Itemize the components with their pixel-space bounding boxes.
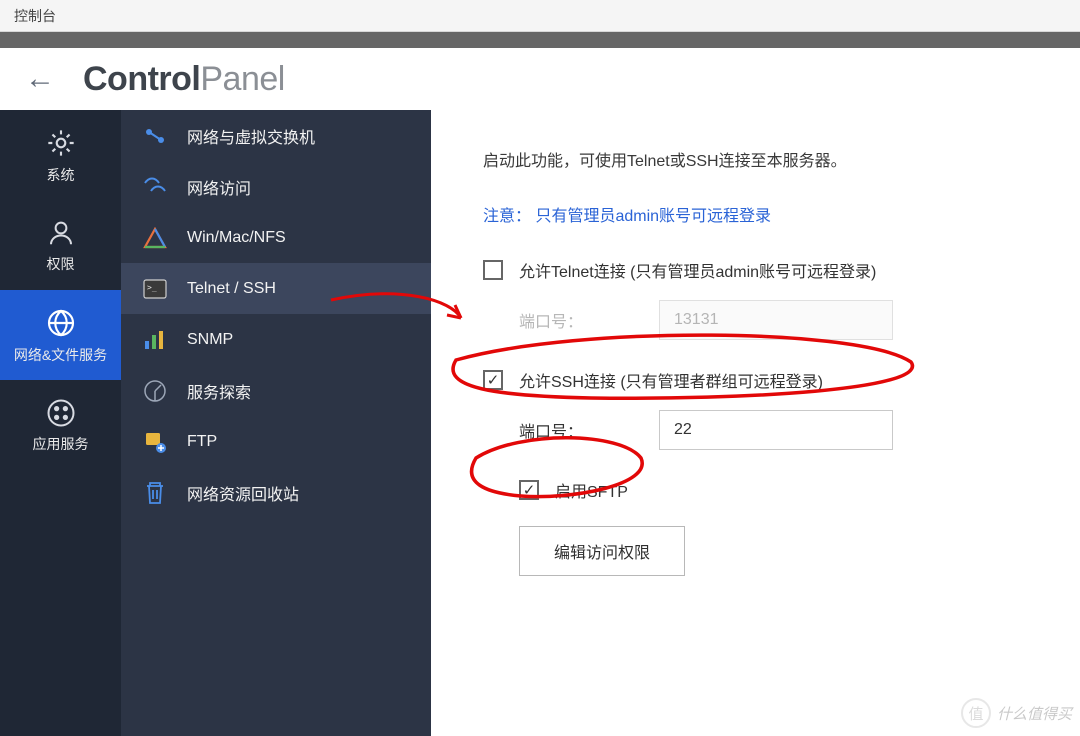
ftp-icon: [141, 430, 169, 454]
subnav-recycle-bin[interactable]: 网络资源回收站: [121, 467, 431, 518]
window-titlebar: 控制台: [0, 0, 1080, 32]
ssh-port-row: 端口号：: [519, 410, 1036, 450]
radar-icon: [141, 379, 169, 403]
title-thin: Panel: [200, 60, 284, 98]
subnav-winmacnfs[interactable]: Win/Mac/NFS: [121, 212, 431, 263]
watermark-text: 什么值得买: [997, 703, 1072, 724]
subnav-network-vswitch[interactable]: 网络与虚拟交换机: [121, 110, 431, 161]
subnav-ftp[interactable]: FTP: [121, 416, 431, 467]
sidebar-item-label: 权限: [41, 256, 81, 273]
window-title: 控制台: [14, 6, 56, 26]
subnav-service-discovery[interactable]: 服务探索: [121, 365, 431, 416]
sidebar-item-label: 系统: [41, 167, 81, 184]
subnav-label: Win/Mac/NFS: [187, 229, 286, 247]
apps-icon: [46, 398, 76, 428]
ssh-port-input[interactable]: [659, 410, 893, 450]
gear-icon: [45, 127, 77, 159]
title-bold: Control: [83, 60, 200, 98]
subnav-label: FTP: [187, 433, 217, 451]
page-title: ControlPanel: [83, 60, 285, 99]
chart-bars-icon: [141, 329, 169, 351]
subnav-label: SNMP: [187, 331, 233, 349]
telnet-label: 允许Telnet连接 (只有管理员admin账号可远程登录): [519, 258, 876, 282]
sidebar-item-network-file[interactable]: 网络&文件服务: [0, 290, 121, 380]
telnet-port-label: 端口号：: [519, 308, 659, 332]
sidebar-primary: 系统 权限 网络&文件服务: [0, 110, 121, 736]
svg-text:>_: >_: [147, 283, 157, 292]
subnav-label: 网络访问: [187, 175, 251, 199]
telnet-port-input[interactable]: [659, 300, 893, 340]
back-arrow-icon[interactable]: ←: [25, 64, 55, 94]
subnav-label: Telnet / SSH: [187, 280, 276, 298]
sidebar-secondary: 网络与虚拟交换机 网络访问 Win/Mac/NFS >_ Telnet / SS…: [121, 110, 431, 736]
subnav-telnet-ssh[interactable]: >_ Telnet / SSH: [121, 263, 431, 314]
subnav-snmp[interactable]: SNMP: [121, 314, 431, 365]
top-strip: [0, 32, 1080, 48]
subnav-network-access[interactable]: 网络访问: [121, 161, 431, 212]
ssh-checkbox[interactable]: [483, 370, 503, 390]
intro-text: 启动此功能，可使用Telnet或SSH连接至本服务器。: [483, 150, 1036, 174]
sftp-label: 启用SFTP: [555, 478, 628, 502]
sidebar-item-label: 网络&文件服务: [8, 347, 113, 364]
watermark: 值 什么值得买: [961, 698, 1072, 728]
page-header: ← ControlPanel: [0, 48, 1080, 110]
telnet-checkbox[interactable]: [483, 260, 503, 280]
button-row: 编辑访问权限: [519, 526, 1036, 576]
sidebar-item-app-service[interactable]: 应用服务: [0, 380, 121, 470]
globe-icon: [45, 307, 77, 339]
network-switch-icon: [141, 124, 169, 148]
sftp-checkbox[interactable]: [519, 480, 539, 500]
user-icon: [46, 218, 76, 248]
sidebar-item-label: 应用服务: [27, 436, 95, 453]
subnav-label: 网络资源回收站: [187, 481, 299, 505]
body-area: 系统 权限 网络&文件服务: [0, 110, 1080, 736]
notice-text: 注意： 只有管理员admin账号可远程登录: [483, 202, 1036, 226]
network-access-icon: [141, 177, 169, 197]
terminal-icon: >_: [141, 279, 169, 299]
telnet-port-row: 端口号：: [519, 300, 1036, 340]
telnet-option-row: 允许Telnet连接 (只有管理员admin账号可远程登录): [483, 258, 1036, 282]
sidebar-item-permissions[interactable]: 权限: [0, 200, 121, 290]
subnav-label: 网络与虚拟交换机: [187, 124, 315, 148]
sftp-option-row: 启用SFTP: [519, 478, 1036, 502]
watermark-badge: 值: [961, 698, 991, 728]
triangle-icon: [141, 227, 169, 249]
content-pane: 启动此功能，可使用Telnet或SSH连接至本服务器。 注意： 只有管理员adm…: [431, 110, 1080, 736]
edit-permissions-button[interactable]: 编辑访问权限: [519, 526, 685, 576]
ssh-option-row: 允许SSH连接 (只有管理者群组可远程登录): [483, 368, 1036, 392]
subnav-label: 服务探索: [187, 379, 251, 403]
trash-icon: [141, 480, 169, 506]
ssh-label: 允许SSH连接 (只有管理者群组可远程登录): [519, 368, 823, 392]
sidebar-item-system[interactable]: 系统: [0, 110, 121, 200]
ssh-port-label: 端口号：: [519, 418, 659, 442]
